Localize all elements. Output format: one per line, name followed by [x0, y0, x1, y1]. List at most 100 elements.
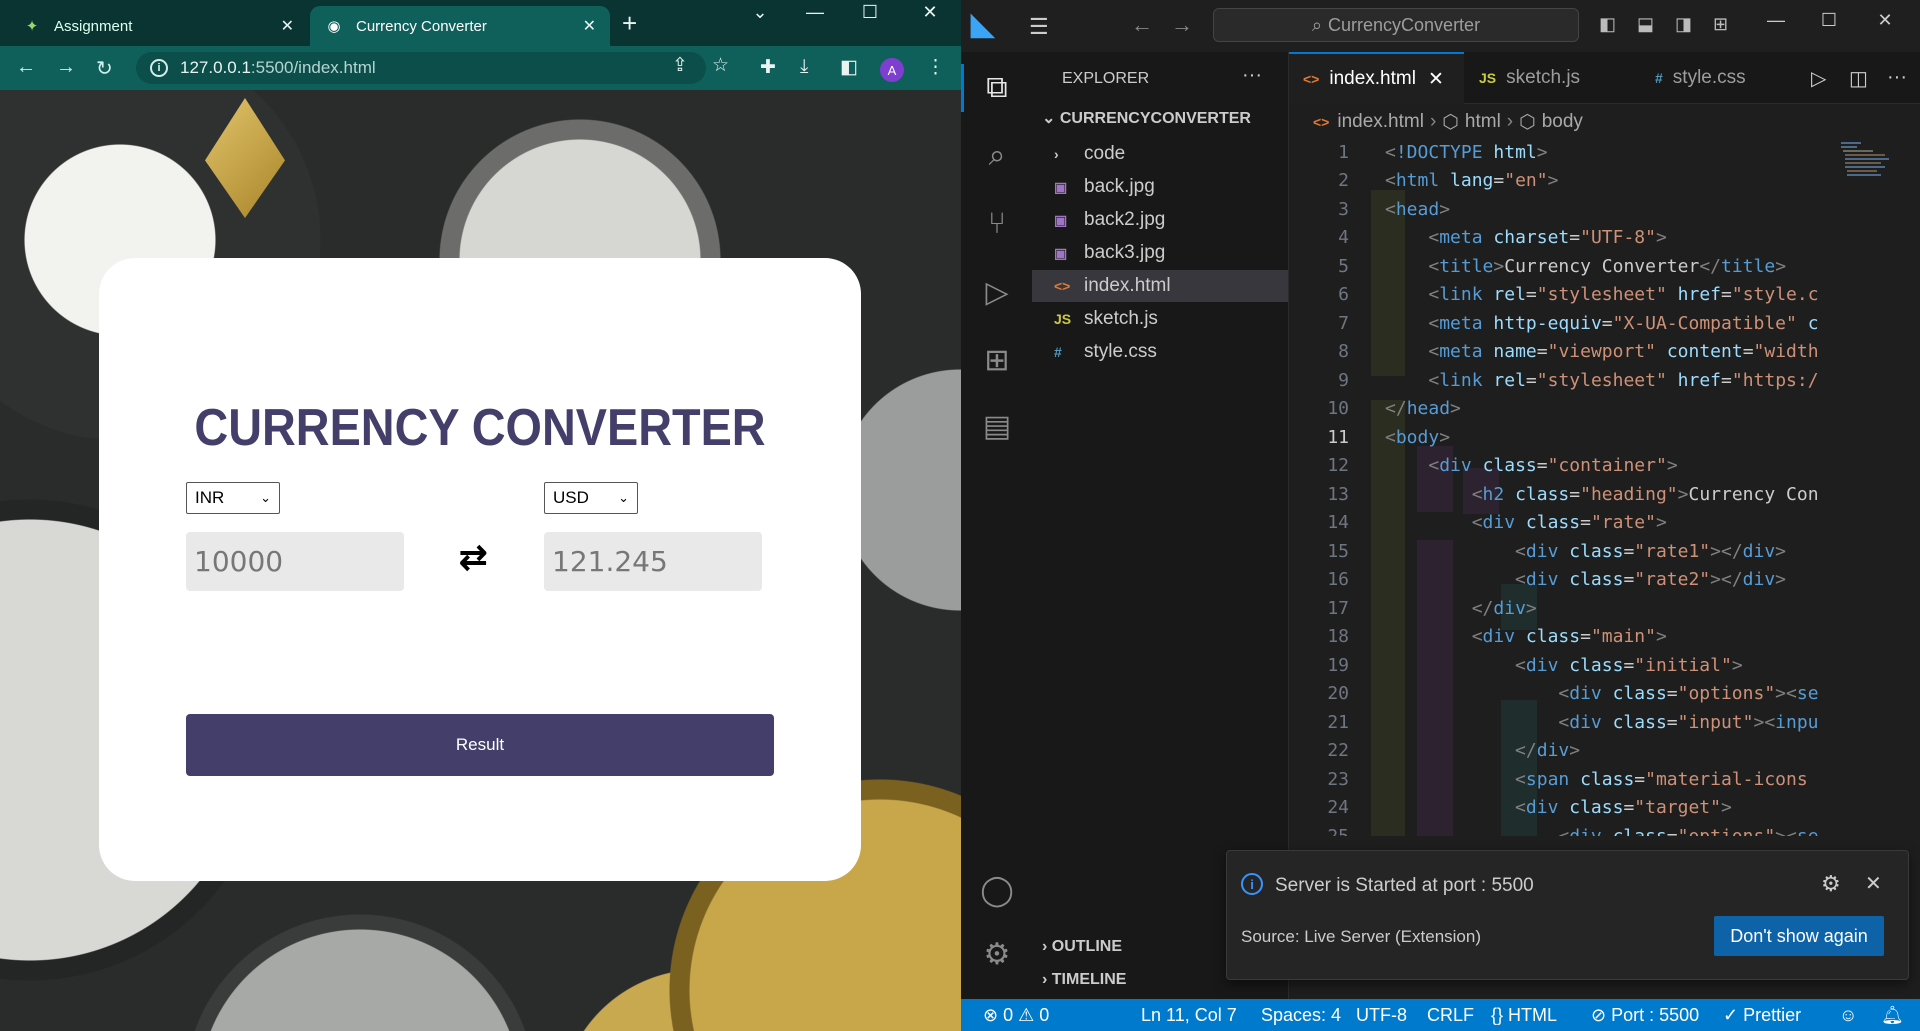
file-label: back2.jpg — [1084, 209, 1166, 230]
toggle-panel-icon[interactable]: ⬓ — [1637, 14, 1654, 35]
explorer-icon[interactable]: ⧉ — [961, 64, 1017, 112]
account-icon[interactable]: ◯ — [977, 870, 1017, 910]
run-icon[interactable]: ▷ — [1811, 66, 1826, 91]
file-label: sketch.js — [1084, 308, 1158, 329]
source-control-icon[interactable]: ⑂ — [977, 204, 1017, 244]
tab-label: style.css — [1672, 67, 1746, 88]
forward-icon[interactable]: → — [56, 56, 76, 79]
download-icon[interactable]: ⤓ — [800, 56, 808, 78]
back-icon[interactable]: ← — [1131, 12, 1153, 38]
workspace-folder[interactable]: ⌄ CURRENCYCONVERTER — [1042, 108, 1251, 128]
tab-assignment[interactable]: ✦ Assignment ✕ — [8, 6, 308, 46]
minimize-button[interactable]: — — [795, 2, 835, 23]
language-mode[interactable]: {} HTML — [1491, 1005, 1557, 1026]
feedback-icon[interactable]: ☺ — [1839, 1005, 1857, 1026]
minimize-button[interactable]: — — [1756, 10, 1796, 31]
reload-icon[interactable]: ↻ — [96, 56, 113, 81]
warning-icon: ⚠ — [1013, 1005, 1040, 1025]
timeline-section[interactable]: › TIMELINE — [1042, 971, 1126, 989]
explorer-item-index-html[interactable]: <> index.html — [1032, 270, 1288, 302]
code-line: <div class="options"><se — [1558, 683, 1819, 704]
eol-status[interactable]: CRLF — [1427, 1005, 1474, 1026]
url-path: :5500/index.html — [250, 58, 376, 77]
warning-count: 0 — [1039, 1005, 1050, 1025]
more-actions-icon[interactable]: ··· — [1887, 66, 1907, 89]
hamburger-menu-icon[interactable]: ☰ — [1029, 14, 1049, 40]
explorer-item-back3-jpg[interactable]: ▣ back3.jpg — [1032, 237, 1288, 269]
close-icon[interactable]: ✕ — [1865, 871, 1882, 896]
gear-icon[interactable]: ⚙ — [1821, 871, 1841, 897]
cursor-position[interactable]: Ln 11, Col 7 — [1141, 1005, 1237, 1026]
back-icon[interactable]: ← — [16, 56, 36, 79]
explorer-item-style-css[interactable]: # style.css — [1032, 336, 1288, 368]
from-amount-input[interactable]: 10000 — [186, 532, 404, 591]
manage-gear-icon[interactable]: ⚙ — [977, 934, 1017, 974]
css-file-icon: # — [1054, 344, 1062, 360]
code-line: <div class="container"> — [1428, 455, 1678, 476]
live-server-port[interactable]: ⊘ Port : 5500 — [1591, 1005, 1699, 1026]
title-bar: ◣ ☰ ← → ⌕ CurrencyConverter ◧ ⬓ ◨ ⊞ — ☐ ✕ — [961, 0, 1920, 52]
share-icon[interactable]: ⇪ — [672, 54, 688, 77]
code-editor[interactable]: 1 2 3 4 5 6 7 8 9 10 11 12 13 14 15 16 1… — [1289, 140, 1920, 836]
from-currency-select[interactable]: INR ⌄ — [186, 482, 280, 514]
toggle-secondary-sidebar-icon[interactable]: ◨ — [1675, 14, 1692, 35]
maximize-button[interactable]: ☐ — [850, 2, 890, 23]
tab-currency-converter[interactable]: ◉ Currency Converter ✕ — [310, 6, 610, 46]
tab-index-html[interactable]: <> index.html ✕ — [1289, 52, 1464, 104]
explorer-item-back2-jpg[interactable]: ▣ back2.jpg — [1032, 204, 1288, 236]
outline-section[interactable]: › OUTLINE — [1042, 938, 1122, 956]
split-editor-icon[interactable]: ◫ — [1849, 66, 1868, 91]
more-actions-icon[interactable]: ··· — [1242, 64, 1262, 87]
result-button[interactable]: Result — [186, 714, 774, 776]
dont-show-again-button[interactable]: Don't show again — [1714, 916, 1884, 956]
toggle-sidebar-icon[interactable]: ◧ — [1599, 14, 1616, 35]
tab-style-css[interactable]: # style.css — [1641, 52, 1791, 104]
command-center-search[interactable]: ⌕ CurrencyConverter — [1213, 8, 1579, 42]
notifications-bell-icon[interactable]: 🔔︎ — [1881, 1005, 1904, 1026]
close-window-button[interactable]: ✕ — [910, 2, 950, 23]
customize-layout-icon[interactable]: ⊞ — [1713, 14, 1728, 35]
address-bar[interactable]: i 127.0.0.1:5500/index.html — [136, 52, 706, 84]
minimap[interactable] — [1841, 140, 1905, 200]
close-window-button[interactable]: ✕ — [1865, 10, 1905, 31]
explorer-item-code[interactable]: › code — [1032, 138, 1288, 170]
prettier-status[interactable]: ✓ Prettier — [1723, 1005, 1801, 1026]
tab-sketch-js[interactable]: JS sketch.js — [1465, 52, 1640, 104]
html-file-icon: <> — [1054, 278, 1071, 294]
explorer-item-back-jpg[interactable]: ▣ back.jpg — [1032, 171, 1288, 203]
forward-icon[interactable]: → — [1171, 12, 1193, 38]
encoding-status[interactable]: UTF-8 — [1356, 1005, 1407, 1026]
extensions-icon[interactable]: ✚ — [760, 56, 776, 79]
to-currency-select[interactable]: USD ⌄ — [544, 482, 638, 514]
browser-window: ✦ Assignment ✕ ◉ Currency Converter ✕ + … — [0, 0, 961, 1031]
problems-status[interactable]: ⊗ 0 ⚠ 0 — [983, 1005, 1049, 1026]
close-icon[interactable]: ✕ — [1428, 68, 1444, 91]
line-number: 13 — [1327, 484, 1349, 505]
notification-message: Server is Started at port : 5500 — [1275, 875, 1534, 896]
indentation-status[interactable]: Spaces: 4 — [1261, 1005, 1341, 1026]
line-number: 18 — [1327, 626, 1349, 647]
notebook-icon[interactable]: ▤ — [977, 406, 1017, 446]
menu-kebab-icon[interactable]: ⋮ — [926, 56, 945, 79]
extensions-icon[interactable]: ⊞ — [977, 340, 1017, 380]
tab-search-icon[interactable]: ⌄ — [740, 2, 780, 23]
explorer-item-sketch-js[interactable]: JS sketch.js — [1032, 303, 1288, 335]
run-debug-icon[interactable]: ▷ — [977, 272, 1017, 312]
side-panel-icon[interactable]: ◧ — [840, 56, 858, 79]
braces-icon: {} — [1491, 1005, 1509, 1025]
close-icon[interactable]: ✕ — [583, 16, 596, 36]
bookmark-star-icon[interactable]: ☆ — [712, 54, 729, 77]
swap-icon[interactable]: ⇄ — [459, 538, 488, 578]
breadcrumb-item[interactable]: index.html — [1337, 111, 1424, 133]
search-icon[interactable]: ⌕ — [977, 136, 1017, 176]
language-label: HTML — [1508, 1005, 1558, 1025]
new-tab-button[interactable]: + — [622, 10, 637, 36]
breadcrumb-item[interactable]: body — [1542, 111, 1583, 133]
breadcrumb-item[interactable]: html — [1465, 111, 1501, 133]
editor-tabs: <> index.html ✕ JS sketch.js # style.css ▷ ◫… — [1289, 52, 1920, 104]
avatar[interactable]: A — [880, 58, 904, 82]
close-icon[interactable]: ✕ — [281, 16, 294, 36]
chevron-down-icon: ⌄ — [260, 490, 271, 505]
info-icon[interactable]: i — [150, 59, 168, 77]
maximize-button[interactable]: ☐ — [1809, 10, 1849, 31]
